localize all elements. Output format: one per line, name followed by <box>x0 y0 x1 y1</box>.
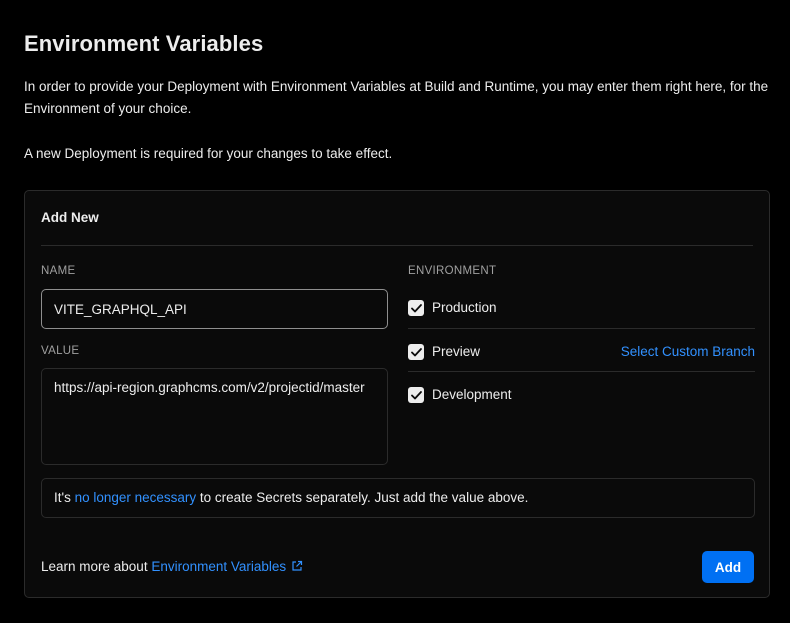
deployment-notice: A new Deployment is required for your ch… <box>24 146 393 161</box>
secrets-info-box: It's no longer necessary to create Secre… <box>41 478 755 518</box>
environment-divider <box>408 328 755 329</box>
docs-link-label: Environment Variables <box>151 559 287 574</box>
environment-variables-docs-link[interactable]: Environment Variables <box>151 559 303 574</box>
learn-more-text: Learn more about Environment Variables <box>41 559 303 574</box>
development-label: Development <box>432 387 512 402</box>
value-label: VALUE <box>41 345 80 357</box>
name-input[interactable] <box>41 289 388 329</box>
no-longer-necessary-link[interactable]: no longer necessary <box>75 490 197 505</box>
card-title: Add New <box>41 210 99 225</box>
check-icon <box>410 390 422 399</box>
environment-label: ENVIRONMENT <box>408 265 497 277</box>
add-new-card: Add New NAME VALUE https://api-region.gr… <box>24 190 770 598</box>
preview-label: Preview <box>432 344 481 359</box>
page-title: Environment Variables <box>24 31 264 56</box>
info-prefix: It's <box>54 490 75 505</box>
environment-row-production: Production <box>408 298 755 318</box>
development-checkbox[interactable] <box>408 387 424 403</box>
preview-checkbox[interactable] <box>408 344 424 360</box>
info-suffix: to create Secrets separately. Just add t… <box>196 490 529 505</box>
environment-variables-page: Environment Variables In order to provid… <box>0 0 790 623</box>
page-description: In order to provide your Deployment with… <box>24 79 769 116</box>
environment-row-development: Development <box>408 385 755 405</box>
check-icon <box>410 347 422 356</box>
card-divider <box>41 245 753 246</box>
name-label: NAME <box>41 265 76 277</box>
production-checkbox[interactable] <box>408 300 424 316</box>
select-custom-branch-link[interactable]: Select Custom Branch <box>621 344 755 359</box>
learn-more-prefix: Learn more about <box>41 559 152 574</box>
production-label: Production <box>432 300 497 315</box>
add-button[interactable]: Add <box>702 551 754 583</box>
environment-row-preview: Preview Select Custom Branch <box>408 342 755 362</box>
check-icon <box>410 303 422 312</box>
environment-divider <box>408 371 755 372</box>
external-link-icon <box>292 560 303 571</box>
value-input[interactable]: https://api-region.graphcms.com/v2/proje… <box>41 368 388 465</box>
